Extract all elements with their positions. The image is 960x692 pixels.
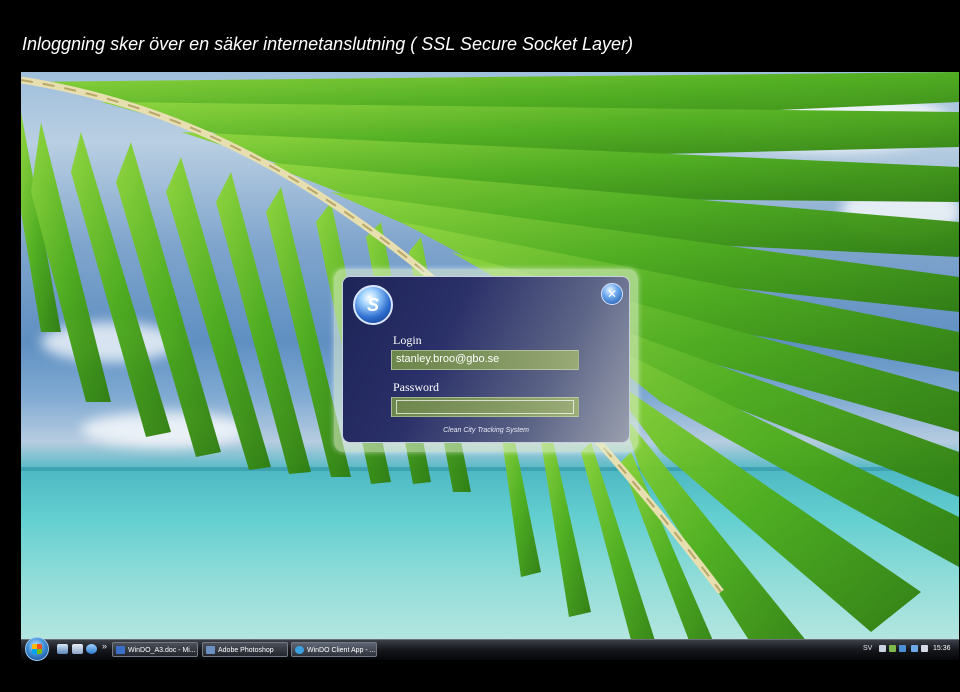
password-input-inner [396, 400, 574, 414]
desktop-wallpaper: S ✕ Login stanley.broo@gbo.se Password C… [21, 72, 959, 659]
system-name: Clean City Tracking System [443, 427, 529, 434]
taskbar-button-photoshop[interactable]: Adobe Photoshop [202, 642, 288, 657]
taskbar-button-word[interactable]: WinDO_A3.doc - Mi... [112, 642, 198, 657]
network-icon[interactable] [911, 645, 918, 652]
tray-arrow-icon[interactable] [879, 645, 886, 652]
login-input-value: stanley.broo@gbo.se [396, 353, 500, 365]
login-label: Login [393, 333, 422, 347]
taskbar-button-label: WinDO_A3.doc - Mi... [128, 647, 196, 654]
login-input[interactable]: stanley.broo@gbo.se [391, 350, 579, 370]
slide-title: Inloggning sker över en säker internetan… [22, 34, 634, 54]
login-dialog: S ✕ Login stanley.broo@gbo.se Password C… [334, 269, 638, 452]
switch-windows-icon[interactable] [72, 644, 83, 654]
login-panel: S ✕ Login stanley.broo@gbo.se Password C… [342, 276, 630, 443]
taskbar-button-windo-client[interactable]: WinDO Client App - ... [291, 642, 377, 657]
clock[interactable]: 15:36 [933, 645, 951, 652]
close-icon[interactable]: ✕ [601, 283, 623, 305]
taskbar: » WinDO_A3.doc - Mi... Adobe Photoshop W… [21, 637, 959, 661]
tray-app-icon[interactable] [889, 645, 896, 652]
tray-user-icon[interactable] [899, 645, 906, 652]
show-desktop-icon[interactable] [57, 644, 68, 654]
language-indicator[interactable]: SV [863, 645, 872, 652]
taskbar-button-label: Adobe Photoshop [218, 647, 274, 654]
password-input[interactable] [391, 397, 579, 417]
quick-launch-more-icon[interactable]: » [102, 641, 107, 651]
password-label: Password [393, 380, 440, 394]
volume-icon[interactable] [921, 645, 928, 652]
app-logo-letter: S [366, 294, 379, 315]
windows-start-icon[interactable] [25, 637, 49, 661]
app-logo-icon: S [353, 285, 393, 325]
word-icon [116, 646, 125, 654]
ie-icon [295, 646, 304, 654]
close-glyph: ✕ [606, 287, 618, 301]
taskbar-button-label: WinDO Client App - ... [307, 647, 376, 654]
photoshop-icon [206, 646, 215, 654]
ie-quicklaunch-icon[interactable] [86, 644, 97, 654]
